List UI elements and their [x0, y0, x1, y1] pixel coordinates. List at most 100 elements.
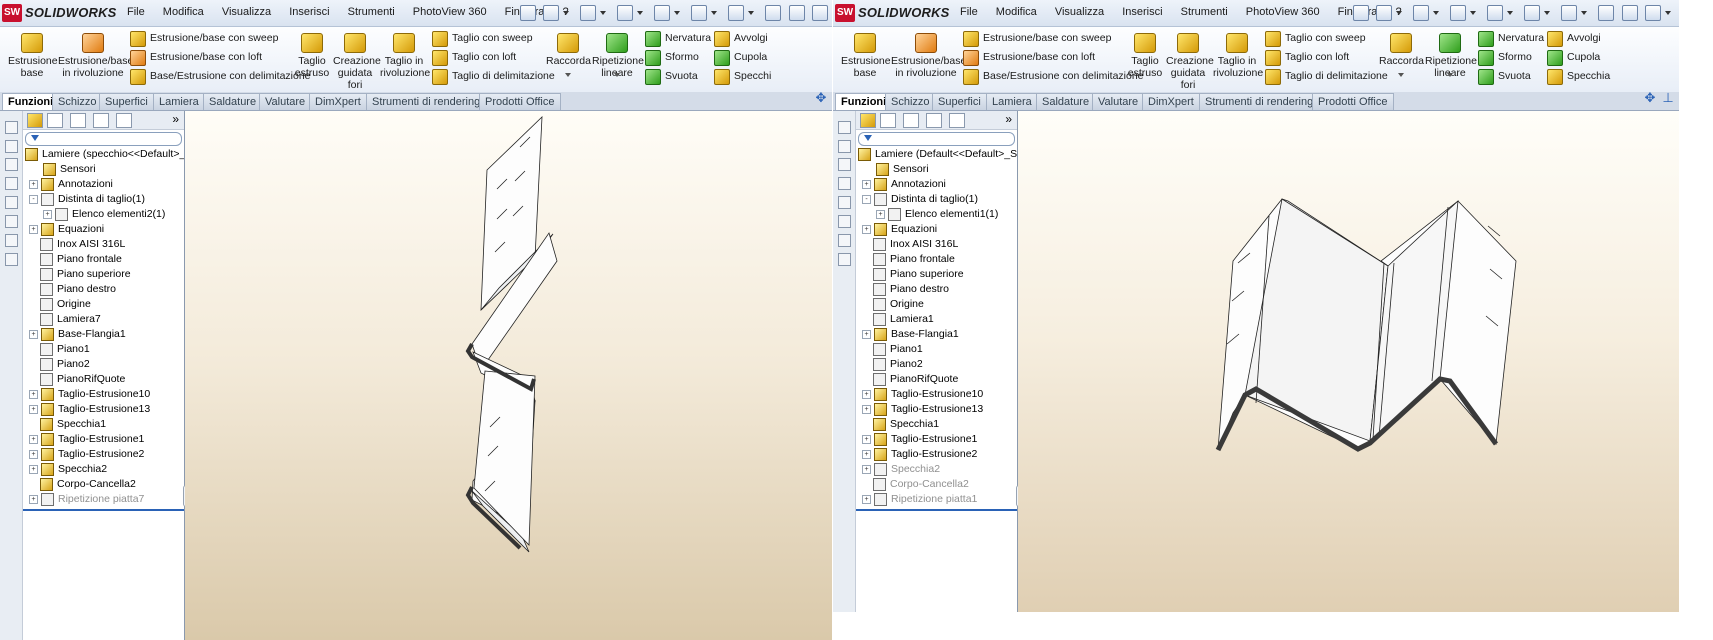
- print-icon[interactable]: [654, 5, 671, 21]
- tree-item[interactable]: + Taglio-Estrusione2: [29, 447, 144, 462]
- cupola-button[interactable]: Cupola: [714, 48, 767, 66]
- tab-funzioni[interactable]: Funzioni: [835, 93, 893, 110]
- taglio-rivoluzione-button[interactable]: Taglio in rivoluzione: [1213, 33, 1263, 79]
- tab-dimxpert[interactable]: DimXpert: [1142, 93, 1200, 110]
- tree-item[interactable]: Corpo-Cancella2: [873, 477, 969, 492]
- expand-icon[interactable]: +: [29, 225, 38, 234]
- sformo-button[interactable]: Sformo: [645, 48, 699, 66]
- display-manager-icon[interactable]: [116, 113, 132, 128]
- expand-icon[interactable]: +: [862, 225, 871, 234]
- loft-cut-button[interactable]: Taglio con loft: [432, 48, 516, 66]
- chevron-down-icon[interactable]: [1447, 73, 1453, 77]
- sketch-icon[interactable]: [838, 177, 851, 190]
- expand-icon[interactable]: +: [29, 390, 38, 399]
- undo-icon[interactable]: [691, 5, 708, 21]
- loft-cut-button[interactable]: Taglio con loft: [1265, 48, 1349, 66]
- tree-item[interactable]: Piano1: [873, 342, 923, 357]
- graphics-area[interactable]: ✥: [185, 91, 832, 640]
- estrusione-rivoluzione-button[interactable]: Estrusione/base in rivoluzione: [891, 33, 966, 79]
- file-properties-icon[interactable]: [1621, 5, 1638, 21]
- tree-item[interactable]: + Taglio-Estrusione13: [29, 402, 150, 417]
- chevron-down-icon[interactable]: [637, 11, 644, 15]
- chevron-down-icon[interactable]: [1581, 11, 1588, 15]
- svuota-button[interactable]: Svuota: [645, 67, 698, 85]
- graphics-area[interactable]: ✥ ⊥: [1018, 91, 1679, 612]
- tab-strumenti-rendering[interactable]: Strumenti di rendering: [366, 93, 487, 110]
- tree-item[interactable]: Inox AISI 316L: [873, 237, 958, 252]
- tree-item[interactable]: Origine: [40, 297, 91, 312]
- tree-item[interactable]: Lamiera7: [40, 312, 101, 327]
- property-manager-icon[interactable]: [47, 113, 63, 128]
- display-manager-icon[interactable]: [949, 113, 965, 128]
- tree-item[interactable]: + Taglio-Estrusione13: [862, 402, 983, 417]
- specchia-button[interactable]: Specchi: [714, 67, 771, 85]
- save-icon[interactable]: [1450, 5, 1467, 21]
- estrusione-base-button[interactable]: Estrusione base: [841, 33, 891, 79]
- sketch-icon[interactable]: [5, 196, 18, 209]
- tree-item[interactable]: + Elenco elementi1(1): [876, 207, 998, 222]
- cupola-button[interactable]: Cupola: [1547, 48, 1600, 66]
- boundary-cut-button[interactable]: Taglio di delimitazione: [1265, 67, 1388, 85]
- expand-icon[interactable]: +: [862, 465, 871, 474]
- open-folder-icon[interactable]: [1413, 5, 1430, 21]
- svuota-button[interactable]: Svuota: [1478, 67, 1531, 85]
- tree-item[interactable]: + Ripetizione piatta7: [29, 492, 144, 507]
- tree-item[interactable]: Inox AISI 316L: [40, 237, 125, 252]
- chevron-down-icon[interactable]: [674, 11, 681, 15]
- tree-item[interactable]: Piano superiore: [873, 267, 964, 282]
- select-pointer-icon[interactable]: [1561, 5, 1578, 21]
- chevron-down-icon[interactable]: [614, 73, 620, 77]
- menu-visualizza[interactable]: Visualizza: [222, 6, 271, 18]
- tree-item[interactable]: + Equazioni: [29, 222, 104, 237]
- tree-item[interactable]: + Taglio-Estrusione10: [29, 387, 150, 402]
- sketch-icon[interactable]: [5, 215, 18, 228]
- chevron-down-icon[interactable]: [1398, 73, 1404, 77]
- sweep-cut-button[interactable]: Taglio con sweep: [1265, 29, 1366, 47]
- tab-valutare[interactable]: Valutare: [1092, 93, 1145, 110]
- expand-icon[interactable]: +: [876, 210, 885, 219]
- tree-item[interactable]: Piano2: [40, 357, 90, 372]
- sketch-icon[interactable]: [5, 253, 18, 266]
- tab-lamiera[interactable]: Lamiera: [153, 93, 205, 110]
- chevron-down-icon[interactable]: [600, 11, 607, 15]
- new-document-icon[interactable]: [1376, 5, 1393, 21]
- menu-inserisci[interactable]: Inserisci: [289, 6, 329, 18]
- pin-icon[interactable]: [520, 5, 536, 21]
- expand-icon[interactable]: +: [862, 405, 871, 414]
- expand-icon[interactable]: +: [43, 210, 52, 219]
- taglio-estruso-button[interactable]: Taglio estruso: [294, 33, 330, 79]
- tree-item[interactable]: + Annotazioni: [29, 177, 113, 192]
- file-properties-icon[interactable]: [788, 5, 805, 21]
- undo-icon[interactable]: [1524, 5, 1541, 21]
- chevron-right-icon[interactable]: »: [1005, 112, 1012, 126]
- tree-item[interactable]: Piano superiore: [40, 267, 131, 282]
- tree-root[interactable]: Lamiere (specchio<<Default>_S: [25, 147, 184, 161]
- tree-item[interactable]: + Base-Flangia1: [29, 327, 126, 342]
- menu-inserisci[interactable]: Inserisci: [1122, 6, 1162, 18]
- tree-item[interactable]: - Distinta di taglio(1): [862, 192, 978, 207]
- taglio-rivoluzione-button[interactable]: Taglio in rivoluzione: [380, 33, 430, 79]
- avvolgi-button[interactable]: Avvolgi: [1547, 29, 1601, 47]
- expand-icon[interactable]: +: [29, 495, 38, 504]
- tab-superfici[interactable]: Superfici: [932, 93, 987, 110]
- boundary-cut-button[interactable]: Taglio di delimitazione: [432, 67, 555, 85]
- tab-saldature[interactable]: Saldature: [1036, 93, 1096, 110]
- tab-superfici[interactable]: Superfici: [99, 93, 154, 110]
- sweep-cut-button[interactable]: Taglio con sweep: [432, 29, 533, 47]
- chevron-down-icon[interactable]: [1664, 11, 1671, 15]
- chevron-down-icon[interactable]: [1396, 11, 1403, 15]
- chevron-down-icon[interactable]: [748, 11, 755, 15]
- tab-lamiera[interactable]: Lamiera: [986, 93, 1038, 110]
- taglio-estruso-button[interactable]: Taglio estruso: [1127, 33, 1163, 79]
- chevron-down-icon[interactable]: [1507, 11, 1514, 15]
- menu-photoview[interactable]: PhotoView 360: [1246, 6, 1320, 18]
- sketch-icon[interactable]: [838, 196, 851, 209]
- expand-icon[interactable]: +: [29, 330, 38, 339]
- expand-icon[interactable]: +: [29, 180, 38, 189]
- dimxpert-icon[interactable]: [926, 113, 942, 128]
- tree-item[interactable]: - Distinta di taglio(1): [29, 192, 145, 207]
- sketch-icon[interactable]: [5, 177, 18, 190]
- menu-modifica[interactable]: Modifica: [996, 6, 1037, 18]
- rollback-bar[interactable]: [23, 509, 184, 511]
- rollback-bar[interactable]: [856, 509, 1017, 511]
